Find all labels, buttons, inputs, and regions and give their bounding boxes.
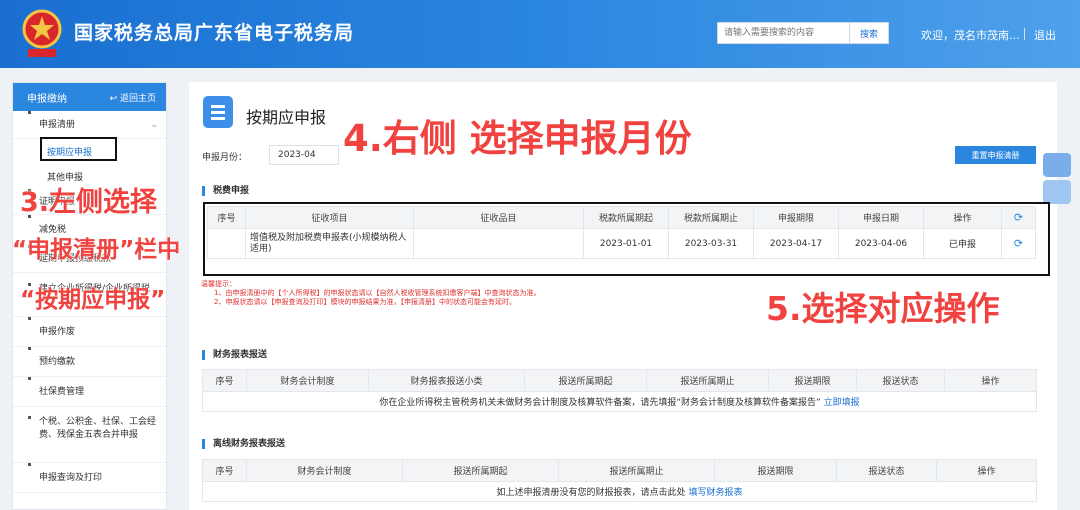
- section-title-tax: 税费申报: [202, 186, 249, 196]
- logout-link[interactable]: 退出: [1034, 27, 1056, 43]
- tips-line-1: 1、由申报清册中的【个人所得税】的申报状态请以【自然人税收管理系统扣缴客户端】中…: [214, 289, 541, 297]
- column-header: 财务会计制度: [246, 369, 369, 392]
- annotation-step-4: 4.右侧 选择申报月份: [343, 117, 692, 160]
- annotation-step-3-line-2: “申报清册”栏中: [12, 237, 181, 263]
- column-header: 序号: [202, 369, 247, 392]
- chevron-down-icon: ⌄: [150, 120, 158, 130]
- back-to-top-icon[interactable]: [1043, 180, 1071, 204]
- annotation-step-3-line-3: “按期应申报”: [20, 287, 166, 313]
- financial-report-table: 序号 财务会计制度 财务报表报送小类 报送所属期起 报送所属期止 报送期限 报送…: [202, 369, 1037, 412]
- header-divider: [1024, 28, 1025, 40]
- empty-text: 你在企业所得税主管税务机关未做财务会计制度及核算软件备案，请先填报“财务会计制度…: [379, 398, 821, 408]
- section-title-financial: 财务报表报送: [202, 350, 267, 360]
- tips-line-2: 2、申报状态请以【申报查询及打印】模块的申报结果为准，【申报清册】中的状态可能会…: [214, 298, 516, 306]
- sidebar-title: 申报缴纳: [27, 93, 67, 105]
- sidebar-item-declaration-list[interactable]: 申报清册 ⌄: [13, 111, 166, 139]
- column-header: 财务报表报送小类: [368, 369, 525, 392]
- sidebar-item-label: 申报清册: [39, 120, 76, 130]
- top-header: 国家税务总局广东省电子税务局 搜索 欢迎，茂名市茂南... 退出: [0, 0, 1080, 68]
- annotation-step-3-line-1: 3.左侧选择: [20, 187, 158, 218]
- sidebar-item-void-declaration[interactable]: 申报作废: [13, 317, 166, 347]
- column-header: 操作: [936, 459, 1037, 482]
- national-emblem-icon: [22, 9, 62, 57]
- fill-now-link[interactable]: 立即填报: [824, 398, 860, 408]
- column-header: 报送期限: [714, 459, 837, 482]
- fill-financial-report-link[interactable]: 填写财务报表: [688, 488, 742, 498]
- site-title: 国家税务总局广东省电子税务局: [74, 22, 355, 44]
- highlight-box-tax-table: [203, 202, 1050, 276]
- annotation-step-5: 5.选择对应操作: [766, 289, 1000, 328]
- table-header-row: 序号 财务会计制度 财务报表报送小类 报送所属期起 报送所属期止 报送期限 报送…: [202, 369, 1037, 392]
- column-header: 报送所属期起: [402, 459, 559, 482]
- column-header: 序号: [202, 459, 247, 482]
- column-header: 报送状态: [836, 459, 937, 482]
- search-input[interactable]: [717, 22, 850, 44]
- column-header: 报送所属期起: [524, 369, 647, 392]
- column-header: 报送期限: [768, 369, 857, 392]
- empty-text: 如上述申报清册没有您的财报报表，请点击此处: [496, 488, 686, 498]
- column-header: 财务会计制度: [246, 459, 403, 482]
- column-header: 报送状态: [856, 369, 945, 392]
- highlight-box-active-item: [40, 137, 117, 161]
- table-header-row: 序号 财务会计制度 报送所属期起 报送所属期止 报送期限 报送状态 操作: [202, 459, 1037, 482]
- month-label: 申报月份：: [202, 153, 248, 163]
- column-header: 报送所属期止: [646, 369, 769, 392]
- welcome-text: 欢迎，茂名市茂南...: [921, 29, 1020, 42]
- offline-report-table: 序号 财务会计制度 报送所属期起 报送所属期止 报送期限 报送状态 操作 如上述…: [202, 459, 1037, 502]
- empty-message: 如上述申报清册没有您的财报报表，请点击此处 填写财务报表: [202, 481, 1037, 502]
- chat-icon[interactable]: [1043, 153, 1071, 177]
- column-header: 报送所属期止: [558, 459, 715, 482]
- section-title-offline-financial: 离线财务报表报送: [202, 439, 285, 449]
- sidebar-item-social-security[interactable]: 社保费管理: [13, 377, 166, 407]
- sidebar-item-scheduled-payment[interactable]: 预约缴款: [13, 347, 166, 377]
- column-header: 操作: [944, 369, 1037, 392]
- table-row-empty: 如上述申报清册没有您的财报报表，请点击此处 填写财务报表: [202, 481, 1037, 502]
- back-home-label: 返回主页: [119, 94, 156, 104]
- table-row-empty: 你在企业所得税主管税务机关未做财务会计制度及核算软件备案，请先填报“财务会计制度…: [202, 391, 1037, 412]
- page-title: 按期应申报: [246, 108, 327, 127]
- document-icon: [203, 96, 233, 128]
- sidebar-item-query-print[interactable]: 申报查询及打印: [13, 463, 166, 493]
- search-button[interactable]: 搜索: [850, 22, 889, 44]
- sidebar-item-five-table-merge[interactable]: 个税、公积金、社保、工会经费、残保金五表合并申报: [13, 407, 166, 463]
- month-select[interactable]: 2023-04: [269, 145, 339, 165]
- reset-declaration-list-button[interactable]: 重置申报清册: [955, 146, 1036, 164]
- tips-lead: 温馨提示：: [201, 280, 236, 288]
- back-home-link[interactable]: ↩ 返回主页: [110, 91, 156, 104]
- empty-message: 你在企业所得税主管税务机关未做财务会计制度及核算软件备案，请先填报“财务会计制度…: [202, 391, 1037, 412]
- sidebar-header: 申报缴纳 ↩ 返回主页: [13, 83, 166, 111]
